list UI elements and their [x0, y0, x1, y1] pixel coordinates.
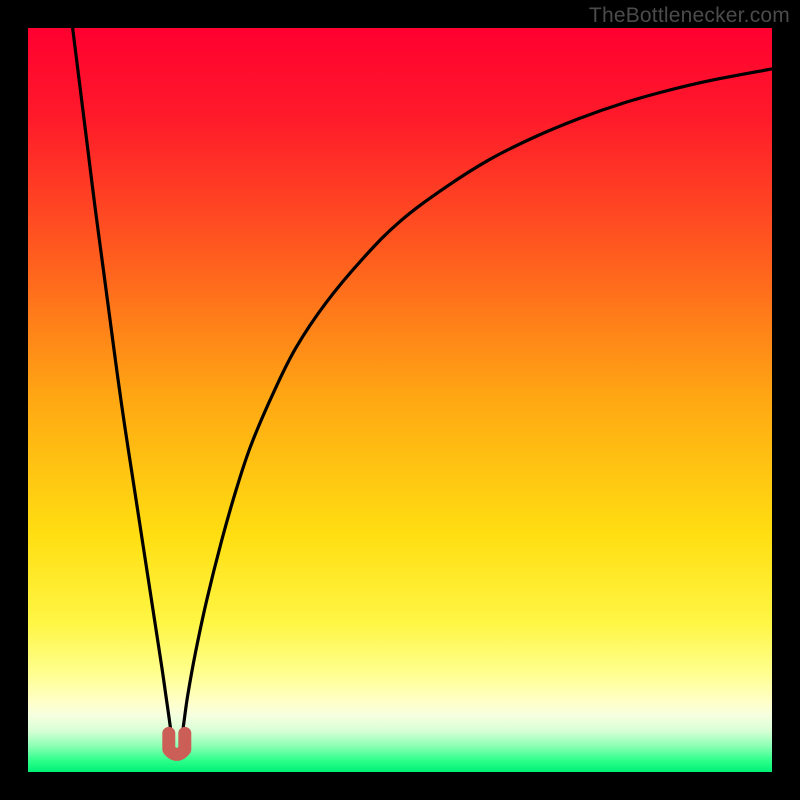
gradient-background — [28, 28, 772, 772]
watermark-text: TheBottlenecker.com — [589, 4, 790, 28]
plot-area — [28, 28, 772, 772]
chart-frame: TheBottlenecker.com — [0, 0, 800, 800]
plot-svg — [28, 28, 772, 772]
